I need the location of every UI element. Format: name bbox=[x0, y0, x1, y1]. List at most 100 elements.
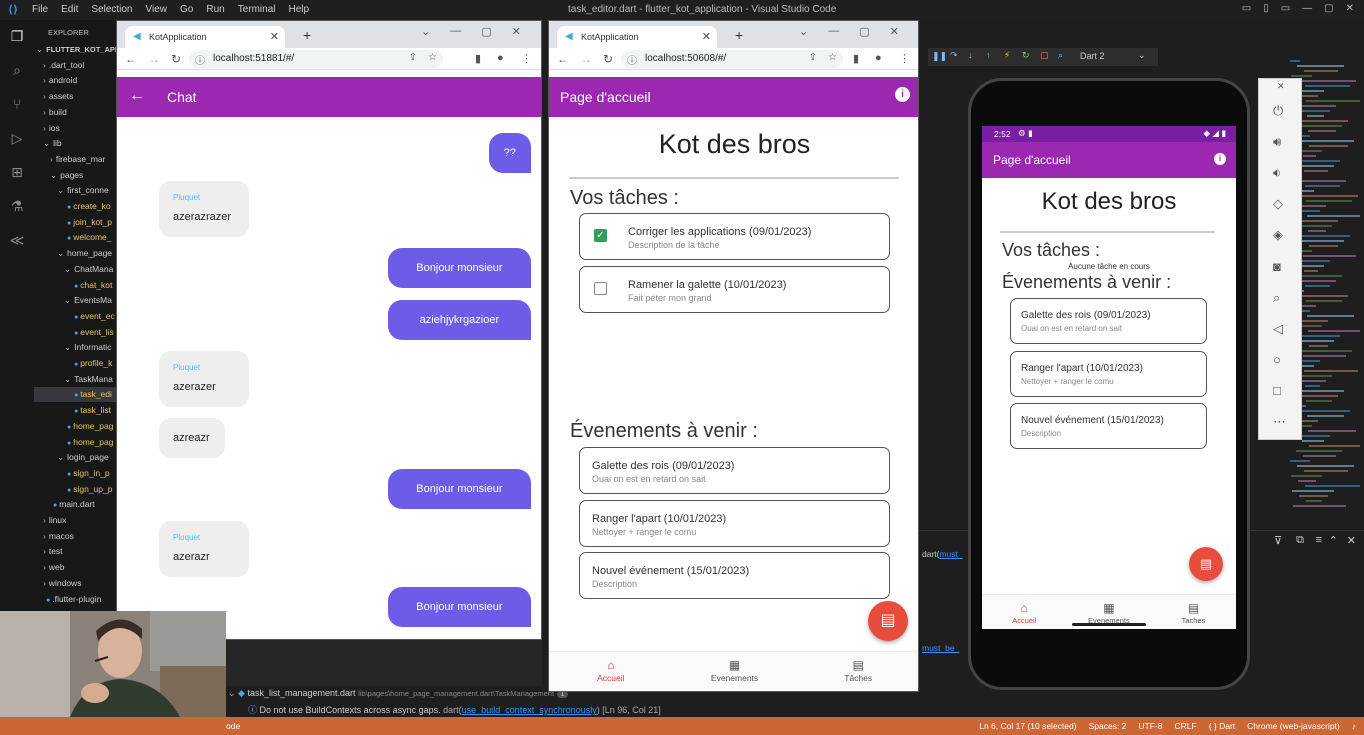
url-field[interactable]: ⓘ localhost:50608/#/ ⇪ ☆ bbox=[621, 50, 843, 68]
step-out-icon[interactable]: ↑ bbox=[986, 50, 991, 60]
inspect-icon[interactable]: ⌕ bbox=[1058, 50, 1063, 61]
new-tab-icon[interactable]: + bbox=[735, 27, 743, 43]
star-icon[interactable]: ☆ bbox=[828, 52, 837, 63]
back-icon[interactable]: ← bbox=[557, 52, 569, 66]
layout-icon[interactable]: ▭ bbox=[1242, 3, 1251, 14]
nav-item-2[interactable]: ▤ Tâches bbox=[796, 658, 918, 683]
tree-item[interactable]: › firebase_mar bbox=[34, 152, 105, 167]
tree-item[interactable]: ● task_edi bbox=[34, 387, 118, 403]
status-item[interactable]: CRLF bbox=[1174, 721, 1196, 731]
problem-link[interactable]: use_build_context_synchronously bbox=[462, 705, 597, 715]
tree-item[interactable]: ⌄ pages bbox=[34, 168, 83, 183]
tree-item[interactable]: › android bbox=[34, 73, 77, 88]
tree-item[interactable]: ⌄ EventsMa bbox=[34, 293, 112, 308]
tree-item[interactable]: ⌄ first_conne bbox=[34, 183, 109, 198]
maximize-icon[interactable]: ▢ bbox=[481, 25, 491, 38]
extensions-icon[interactable]: ⊞ bbox=[8, 164, 26, 182]
chat-fab[interactable]: ▤ bbox=[868, 601, 908, 641]
task-checkbox[interactable] bbox=[594, 281, 607, 295]
volume-up-icon[interactable]: 🔊︎ bbox=[1273, 134, 1281, 150]
debug-device-select[interactable]: Dart 2 bbox=[1080, 51, 1105, 61]
testing-icon[interactable]: ⚗ bbox=[8, 198, 26, 216]
tree-item[interactable]: › web bbox=[34, 560, 64, 575]
maximize-icon[interactable]: ▢ bbox=[1324, 3, 1333, 14]
menu-file[interactable]: File bbox=[32, 4, 48, 15]
tree-item[interactable]: ● home_pag bbox=[34, 435, 113, 450]
status-item[interactable]: { } Dart bbox=[1209, 721, 1235, 731]
tree-item[interactable]: ⌄ ChatMana bbox=[34, 262, 113, 277]
menu-run[interactable]: Run bbox=[206, 4, 224, 15]
tree-item[interactable]: ● sign_up_p bbox=[34, 482, 112, 497]
url-field[interactable]: ⓘ localhost:51881/#/ ⇪ ☆ bbox=[189, 50, 443, 68]
tree-item[interactable]: ● event_lis bbox=[34, 325, 114, 340]
rotate-right-icon[interactable]: ◈ bbox=[1273, 227, 1283, 243]
forward-icon[interactable]: → bbox=[580, 52, 592, 66]
arrow-back-icon[interactable]: ← bbox=[129, 87, 145, 105]
more-menu-icon[interactable]: ⋮ bbox=[521, 52, 532, 65]
status-item[interactable]: Chrome (web-javascript) bbox=[1247, 721, 1340, 731]
layout-icon[interactable]: ▭ bbox=[1281, 3, 1290, 14]
tree-item[interactable]: › windows bbox=[34, 576, 81, 591]
list-icon[interactable]: ≡ bbox=[1316, 534, 1322, 546]
step-over-icon[interactable]: ↷ bbox=[950, 50, 958, 61]
nav-item-1[interactable]: ▦ Evenements bbox=[1067, 601, 1152, 625]
tree-item[interactable]: ● join_kot_p bbox=[34, 215, 112, 230]
tree-item[interactable]: › ios bbox=[34, 121, 60, 136]
tree-item[interactable]: ● .flutter-plugin bbox=[34, 592, 101, 607]
tree-item[interactable]: › macos bbox=[34, 529, 74, 544]
maximize-icon[interactable]: ▢ bbox=[859, 25, 869, 38]
close-tab-icon[interactable]: ✕ bbox=[702, 30, 711, 43]
files-icon[interactable]: ❐ bbox=[8, 28, 26, 46]
tree-item[interactable]: ● profile_k bbox=[34, 356, 112, 371]
tree-item[interactable]: ⌄ FLUTTER_KOT_APP... bbox=[34, 42, 118, 57]
chevron-down-icon[interactable]: ⌄ bbox=[799, 25, 808, 38]
close-icon[interactable]: ✕ bbox=[1346, 3, 1354, 14]
hot-reload-icon[interactable]: ⚡ bbox=[1004, 50, 1010, 61]
problem-row[interactable]: ⓘ Do not use BuildContexts across async … bbox=[248, 703, 661, 716]
event-card[interactable]: Nouvel événement (15/01/2023) Description bbox=[579, 552, 890, 600]
tree-item[interactable]: ⌄ TaskMana bbox=[34, 372, 113, 387]
browser-tab[interactable]: ◀ KotApplication ✕ bbox=[557, 26, 717, 48]
chat-fab[interactable]: ▤ bbox=[1189, 547, 1223, 581]
reload-icon[interactable]: ↻ bbox=[603, 52, 613, 66]
task-card[interactable]: Ramener la galette (10/01/2023) Fait péte… bbox=[579, 265, 890, 313]
problem-file-row[interactable]: ⌄ ◆ task_list_management.dart lib\pages\… bbox=[228, 688, 569, 699]
minimize-icon[interactable]: — bbox=[828, 25, 839, 38]
tree-item[interactable]: › assets bbox=[34, 89, 73, 104]
pause-icon[interactable]: ❚❚ bbox=[932, 51, 947, 62]
event-card[interactable]: Ranger l'apart (10/01/2023) Nettoyer + ra… bbox=[1010, 350, 1207, 397]
tree-item[interactable]: ● task_list bbox=[34, 403, 111, 418]
menu-terminal[interactable]: Terminal bbox=[238, 4, 276, 15]
share-icon[interactable]: ⇪ bbox=[809, 52, 817, 63]
browser-tab[interactable]: ◀ KotApplication ✕ bbox=[125, 26, 285, 48]
nav-item-0[interactable]: ⌂ Accueil bbox=[549, 658, 673, 683]
panel-snippet-link[interactable]: must_be_ bbox=[922, 643, 959, 653]
star-icon[interactable]: ☆ bbox=[428, 52, 437, 63]
more-menu-icon[interactable]: ⋮ bbox=[899, 52, 910, 65]
site-info-icon[interactable]: ⓘ bbox=[195, 52, 205, 67]
chevron-down-icon[interactable]: ⌄ bbox=[1138, 50, 1146, 61]
status-item[interactable]: UTF-8 bbox=[1138, 721, 1162, 731]
task-checkbox[interactable]: ✓ bbox=[594, 229, 607, 242]
new-tab-icon[interactable]: + bbox=[303, 27, 311, 43]
tree-item[interactable]: ● home_pag bbox=[34, 419, 113, 434]
event-card[interactable]: Ranger l'apart (10/01/2023) Nettoyer + ra… bbox=[579, 499, 890, 547]
reload-icon[interactable]: ↻ bbox=[171, 52, 181, 66]
menu-view[interactable]: View bbox=[146, 4, 168, 15]
event-card[interactable]: Galette des rois (09/01/2023) Ouai on est… bbox=[579, 447, 890, 494]
power-icon[interactable]: ⏻ bbox=[1273, 103, 1283, 119]
status-item[interactable]: Ln 6, Col 17 (10 selected) bbox=[979, 721, 1076, 731]
chevron-up-icon[interactable]: ⌃ bbox=[1329, 534, 1338, 547]
volume-down-icon[interactable]: 🔉︎ bbox=[1273, 165, 1281, 181]
tree-item[interactable]: ● event_ec bbox=[34, 309, 115, 324]
close-tab-icon[interactable]: ✕ bbox=[270, 30, 279, 43]
chevron-down-icon[interactable]: ⌄ bbox=[421, 25, 430, 38]
run-debug-icon[interactable]: ▷ bbox=[8, 130, 26, 148]
search-icon[interactable]: ⌕ bbox=[8, 62, 26, 80]
camera-icon[interactable]: ◙ bbox=[1273, 259, 1281, 274]
sidepanel-icon[interactable]: ▮ bbox=[853, 52, 859, 65]
restart-icon[interactable]: ↻ bbox=[1022, 50, 1030, 61]
close-icon[interactable]: ✕ bbox=[512, 25, 521, 38]
status-item[interactable]: Spaces: 2 bbox=[1089, 721, 1127, 731]
tree-item[interactable]: ● welcome_ bbox=[34, 230, 112, 245]
